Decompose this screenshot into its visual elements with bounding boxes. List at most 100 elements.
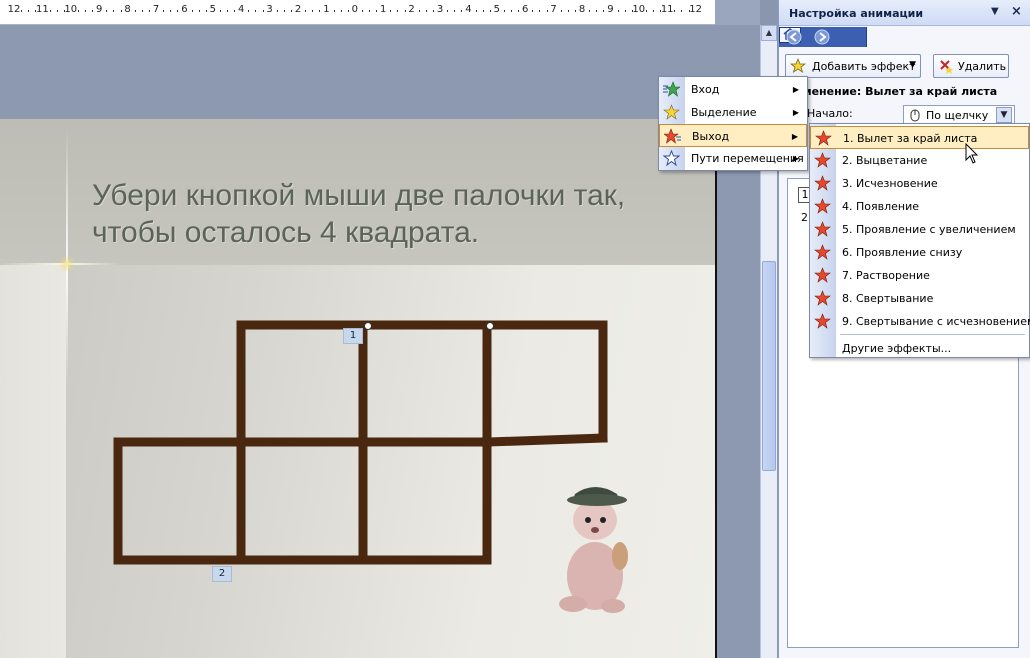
- menu-item-exit[interactable]: Выход ▶: [659, 124, 807, 147]
- ruler-tick-label: 2: [294, 4, 302, 15]
- exit-effect-item[interactable]: 2. Выцветание: [810, 149, 1029, 172]
- delete-button[interactable]: Удалить: [933, 54, 1009, 78]
- slide-canvas[interactable]: Убери кнопкой мыши две палочки так, чтоб…: [0, 119, 717, 658]
- ruler-tick-mark: [404, 10, 406, 12]
- ruler-tick-mark: [177, 10, 179, 12]
- pane-title: Настройка анимации: [789, 7, 924, 20]
- ruler-tick-label: 4: [465, 4, 472, 15]
- menu-item-label: Выделение: [691, 106, 757, 119]
- menu-item-label: Вход: [691, 83, 720, 96]
- ruler-tick-label: 6: [181, 4, 188, 15]
- ruler-tick-mark: [85, 10, 86, 12]
- pane-menu-chevron-icon[interactable]: ▼: [991, 6, 999, 17]
- ruler-tick-mark: [219, 10, 221, 12]
- exit-star-icon: [664, 128, 681, 144]
- ruler-tick-mark: [234, 10, 236, 12]
- ruler-tick-label: 11: [36, 4, 49, 15]
- selection-handle[interactable]: [486, 322, 494, 330]
- ruler-tick-mark: [28, 10, 30, 12]
- start-select[interactable]: По щелчку ▼: [903, 105, 1015, 125]
- ruler-tick-label: 6: [522, 4, 529, 15]
- ruler-tick-mark: [148, 10, 150, 12]
- add-star-icon: [790, 58, 806, 73]
- ruler-tick-mark: [418, 10, 420, 12]
- ruler-tick-mark: [447, 10, 449, 12]
- ruler-tick-label: 2: [408, 4, 415, 15]
- ruler-tick-label: 8: [124, 4, 131, 15]
- ruler-tick-label: 5: [493, 4, 500, 15]
- ruler-tick-mark: [319, 10, 321, 12]
- ruler-tick-mark: [645, 10, 647, 12]
- ruler-tick-mark: [191, 10, 193, 12]
- exit-star-icon: [814, 221, 831, 237]
- exit-effect-item[interactable]: 3. Исчезновение: [810, 172, 1029, 195]
- ruler-tick-mark: [333, 10, 335, 12]
- ruler-tick-mark: [290, 10, 292, 12]
- animation-tag-1[interactable]: 1: [343, 328, 363, 344]
- ruler-tick-label: 12: [7, 4, 21, 15]
- ruler-tick-mark: [305, 10, 307, 12]
- animation-tag-2[interactable]: 2: [212, 566, 232, 582]
- ruler-tick-mark: [681, 10, 683, 12]
- add-effect-button[interactable]: Добавить эффект ▼: [785, 54, 921, 78]
- more-effects-item[interactable]: Другие эффекты...: [810, 337, 1029, 360]
- ruler-tick-mark: [56, 10, 58, 12]
- chevron-down-icon[interactable]: ▼: [996, 107, 1012, 123]
- exit-star-icon: [814, 198, 831, 214]
- scroll-up-icon[interactable]: ▲: [761, 25, 777, 41]
- mouse-pointer-icon: [965, 143, 979, 164]
- mouse-icon: [910, 109, 920, 122]
- submenu-arrow-icon: ▶: [792, 85, 799, 94]
- exit-effect-label: 2. Выцветание: [842, 154, 928, 167]
- ruler-tick-label: 12: [689, 4, 702, 15]
- ruler-tick-mark: [170, 10, 172, 12]
- exit-star-icon: [814, 313, 831, 329]
- menu-item-entrance[interactable]: Вход ▶: [659, 78, 807, 101]
- menu-item-emphasis[interactable]: Выделение ▶: [659, 101, 807, 124]
- exit-effect-item[interactable]: 5. Проявление с увеличением: [810, 218, 1029, 241]
- add-effect-label: Добавить эффект: [812, 60, 916, 73]
- menu-item-motion-paths[interactable]: Пути перемещения ▶: [659, 147, 807, 170]
- exit-effect-item[interactable]: 1. Вылет за край листа: [810, 126, 1029, 149]
- back-arrow-icon[interactable]: [785, 29, 803, 45]
- selection-handle[interactable]: [364, 322, 372, 330]
- close-icon[interactable]: ×: [1011, 4, 1022, 19]
- exit-star-icon: [815, 130, 832, 146]
- ruler-tick-mark: [532, 10, 534, 12]
- submenu-arrow-icon: ▶: [791, 132, 798, 141]
- exit-effect-item[interactable]: 4. Появление: [810, 195, 1029, 218]
- entrance-star-icon: [663, 81, 680, 97]
- submenu-arrow-icon: ▶: [792, 154, 799, 163]
- stick-mid-4: [484, 433, 608, 447]
- ruler-tick-mark: [262, 10, 264, 12]
- ruler-tick-mark: [624, 10, 626, 12]
- ruler-tick-mark: [77, 10, 79, 12]
- ruler-tick-mark: [106, 10, 108, 12]
- forward-arrow-icon[interactable]: [813, 29, 831, 45]
- ruler-tick-mark: [361, 10, 363, 12]
- exit-effect-item[interactable]: 7. Растворение: [810, 264, 1029, 287]
- ruler-tick-mark: [567, 10, 569, 12]
- slide-title[interactable]: Убери кнопкой мыши две палочки так, чтоб…: [92, 177, 712, 251]
- exit-effect-item[interactable]: 6. Проявление снизу: [810, 241, 1029, 264]
- exit-effect-label: 3. Исчезновение: [842, 177, 938, 190]
- ruler-tick-mark: [141, 10, 143, 12]
- menu-item-label: Пути перемещения: [691, 152, 804, 165]
- cat-clipart-image: [559, 487, 628, 613]
- exit-effect-label: 1. Вылет за край листа: [843, 132, 978, 145]
- exit-star-icon: [814, 290, 831, 306]
- ruler-tick-mark: [205, 10, 207, 12]
- exit-effect-item[interactable]: 9. Свертывание с исчезновением: [810, 310, 1030, 333]
- sparkle-icon: [58, 255, 76, 273]
- start-select-value: По щелчку: [926, 109, 989, 122]
- list-item[interactable]: 2: [801, 211, 808, 224]
- ruler-tick-mark: [475, 10, 477, 12]
- ruler-tick-mark: [425, 10, 427, 12]
- ruler-tick-mark: [248, 10, 250, 12]
- ruler-tick-mark: [674, 10, 676, 12]
- exit-star-icon: [814, 152, 831, 168]
- exit-effect-item[interactable]: 8. Свертывание: [810, 287, 1029, 310]
- start-label: Начало:: [807, 107, 853, 120]
- scrollbar-thumb[interactable]: [762, 261, 776, 471]
- ruler-tick-mark: [347, 10, 349, 12]
